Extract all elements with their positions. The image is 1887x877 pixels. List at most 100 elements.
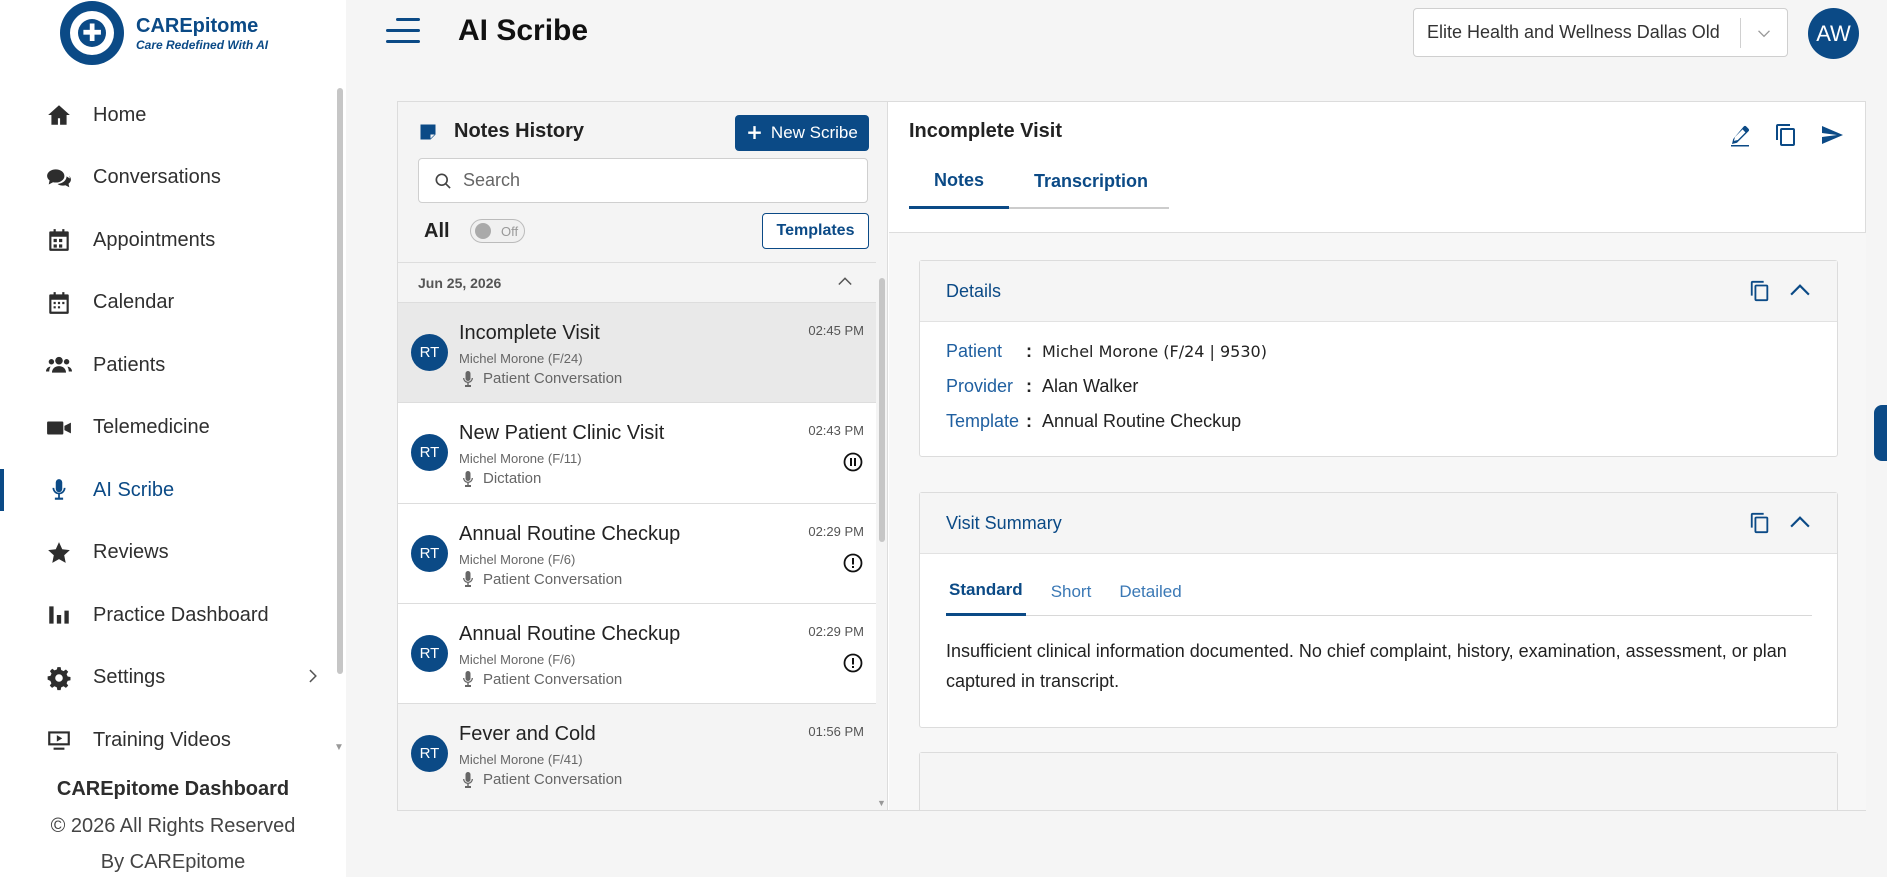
microphone-icon bbox=[463, 470, 473, 487]
sidebar-scrollbar[interactable] bbox=[337, 88, 343, 674]
detail-value: Annual Routine Checkup bbox=[1042, 411, 1242, 431]
tab-detailed[interactable]: Detailed bbox=[1116, 567, 1184, 616]
menu-toggle-button[interactable] bbox=[386, 18, 420, 46]
send-icon[interactable] bbox=[1818, 121, 1846, 149]
video-icon bbox=[44, 413, 74, 443]
brand-logo[interactable]: ✚ CAREpitome Care Redefined With AI bbox=[60, 0, 300, 66]
new-scribe-label: New Scribe bbox=[770, 123, 858, 142]
sidebar-item-training-videos[interactable]: Training Videos bbox=[0, 709, 336, 772]
copy-icon[interactable] bbox=[1747, 278, 1773, 304]
search-box[interactable] bbox=[418, 158, 868, 203]
note-time: 02:45 PM bbox=[808, 323, 864, 338]
note-title: New Patient Clinic Visit bbox=[459, 422, 665, 445]
visit-summary-header: Visit Summary bbox=[920, 493, 1837, 554]
avatar: RT bbox=[411, 534, 448, 572]
list-item[interactable]: RT New Patient Clinic Visit Michel Moron… bbox=[398, 402, 876, 503]
detail-key: Provider bbox=[946, 376, 1014, 396]
scroll-down-icon[interactable]: ▼ bbox=[877, 798, 886, 808]
copy-icon[interactable] bbox=[1747, 510, 1773, 536]
detail-row-template: Template : Annual Routine Checkup bbox=[946, 404, 1811, 439]
note-type: Patient Conversation bbox=[459, 571, 622, 588]
tab-transcription[interactable]: Transcription bbox=[1009, 154, 1173, 209]
sidebar-item-label: Patients bbox=[93, 353, 166, 376]
next-section-card bbox=[919, 752, 1838, 810]
logo-mark-icon: ✚ bbox=[60, 1, 124, 65]
copy-icon[interactable] bbox=[1772, 121, 1800, 149]
sidebar-item-appointments[interactable]: Appointments bbox=[0, 209, 336, 272]
scribe-panel: Notes History + New Scribe All Off Templ… bbox=[397, 101, 1866, 811]
chevron-right-icon[interactable] bbox=[304, 667, 322, 685]
note-time: 01:56 PM bbox=[808, 724, 864, 739]
user-avatar[interactable]: AW bbox=[1808, 8, 1859, 59]
list-item[interactable]: RT Incomplete Visit Michel Morone (F/24)… bbox=[398, 302, 876, 403]
visit-summary-card: Visit Summary Standard Short Detailed In… bbox=[919, 492, 1838, 728]
note-title: Fever and Cold bbox=[459, 723, 596, 745]
sidebar-item-label: Appointments bbox=[93, 228, 216, 251]
calendar-icon bbox=[44, 288, 74, 318]
sidebar-item-reviews[interactable]: Reviews bbox=[0, 522, 336, 585]
filter-toggle[interactable]: Off bbox=[470, 219, 525, 243]
sidebar-item-label: Practice Dashboard bbox=[93, 603, 269, 626]
chevron-up-icon[interactable] bbox=[1787, 278, 1813, 304]
organization-select[interactable]: Elite Health and Wellness Dallas Old bbox=[1413, 8, 1788, 57]
microphone-icon bbox=[463, 571, 473, 587]
note-type-label: Dictation bbox=[483, 470, 542, 488]
chevron-up-icon[interactable] bbox=[836, 273, 856, 293]
templates-button[interactable]: Templates bbox=[762, 213, 869, 249]
note-type-label: Patient Conversation bbox=[483, 370, 623, 387]
sidebar-item-practice-dashboard[interactable]: Practice Dashboard bbox=[0, 584, 336, 647]
tab-notes[interactable]: Notes bbox=[909, 154, 1010, 209]
sidebar-item-label: Conversations bbox=[93, 166, 221, 189]
sidebar-item-ai-scribe[interactable]: AI Scribe bbox=[0, 459, 336, 522]
alert-icon[interactable] bbox=[843, 653, 863, 673]
note-detail-title: Incomplete Visit bbox=[909, 120, 1063, 142]
sticky-note-icon bbox=[418, 122, 438, 142]
date-group-label: Jun 25, 2026 bbox=[418, 274, 502, 291]
note-patient: Michel Morone (F/6) bbox=[459, 551, 576, 567]
chevron-up-icon[interactable] bbox=[1787, 510, 1813, 536]
microphone-icon bbox=[463, 771, 473, 788]
sidebar-item-patients[interactable]: Patients bbox=[0, 334, 336, 397]
search-icon bbox=[433, 171, 453, 191]
chevron-down-icon[interactable] bbox=[1741, 25, 1787, 41]
scroll-down-icon[interactable]: ▼ bbox=[334, 742, 344, 753]
date-group-header[interactable]: Jun 25, 2026 bbox=[398, 262, 876, 302]
avatar: RT bbox=[411, 434, 448, 472]
details-card-header: Details bbox=[920, 261, 1837, 322]
sidebar-item-calendar[interactable]: Calendar bbox=[0, 272, 336, 335]
sidebar-item-telemedicine[interactable]: Telemedicine bbox=[0, 397, 336, 460]
notes-list-scrollbar[interactable] bbox=[879, 278, 885, 542]
sidebar-item-conversations[interactable]: Conversations bbox=[0, 147, 336, 210]
side-drawer-tab[interactable] bbox=[1874, 405, 1887, 461]
sidebar-item-label: Calendar bbox=[93, 291, 175, 314]
avatar: RT bbox=[411, 334, 448, 371]
note-patient: Michel Morone (F/24) bbox=[459, 351, 583, 366]
search-input[interactable] bbox=[463, 170, 867, 191]
note-patient: Michel Morone (F/41) bbox=[459, 752, 583, 767]
list-item[interactable]: RT Annual Routine Checkup Michel Morone … bbox=[398, 502, 876, 603]
plus-icon: + bbox=[746, 120, 763, 144]
brand-tagline: Care Redefined With AI bbox=[136, 37, 269, 52]
alert-icon[interactable] bbox=[843, 553, 863, 573]
list-item[interactable]: RT Annual Routine Checkup Michel Morone … bbox=[398, 602, 876, 703]
footer-title: CAREpitome Dashboard bbox=[56, 778, 290, 800]
list-item[interactable]: RT Fever and Cold Michel Morone (F/41) P… bbox=[398, 703, 876, 804]
new-scribe-button[interactable]: + New Scribe bbox=[735, 115, 869, 151]
notes-history-panel: Notes History + New Scribe All Off Templ… bbox=[398, 102, 888, 810]
sidebar-item-label: Settings bbox=[93, 666, 166, 689]
tab-standard[interactable]: Standard bbox=[946, 567, 1026, 616]
edit-icon[interactable] bbox=[1726, 121, 1754, 149]
sidebar-item-home[interactable]: Home bbox=[0, 84, 336, 147]
details-body: Patient : Michel Morone (F/24 | 9530) Pr… bbox=[920, 322, 1837, 439]
pause-icon[interactable] bbox=[843, 452, 863, 472]
notes-history-title: Notes History bbox=[454, 120, 585, 142]
note-patient: Michel Morone (F/6) bbox=[459, 651, 576, 667]
tab-short[interactable]: Short bbox=[1048, 567, 1095, 616]
avatar: RT bbox=[411, 735, 448, 772]
note-type-label: Patient Conversation bbox=[483, 670, 623, 688]
sidebar-item-settings[interactable]: Settings bbox=[0, 647, 336, 710]
sidebar-item-label: Telemedicine bbox=[93, 416, 210, 439]
footer-copyright: © 2026 All Rights Reserved bbox=[50, 815, 296, 837]
note-type: Patient Conversation bbox=[459, 671, 622, 688]
details-card: Details Patient : Michel Morone (F/24 | … bbox=[919, 260, 1838, 457]
